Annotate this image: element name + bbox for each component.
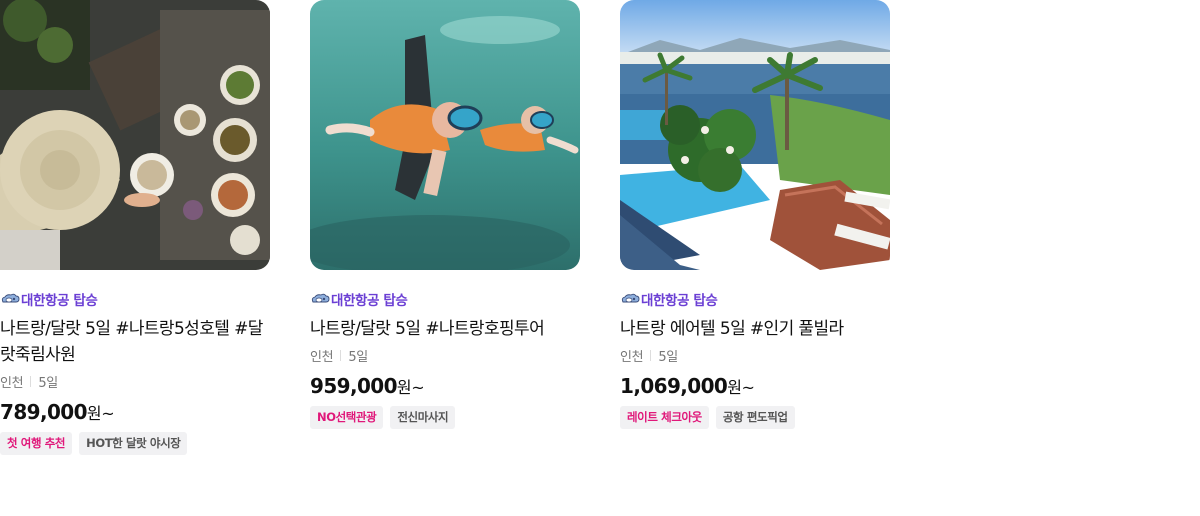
product-tags: 첫 여행 추천 HOT한 달랏 야시장 [0, 432, 270, 455]
product-card[interactable]: 대한항공 탑승 나트랑 에어텔 5일 #인기 풀빌라 인천 5일 1,069,0… [620, 0, 890, 429]
meta-divider [30, 375, 32, 387]
price-unit: 원~ [727, 378, 755, 397]
product-image-food-table[interactable] [0, 0, 270, 270]
departure-city: 인천 [0, 375, 24, 391]
product-tag: NO선택관광 [310, 406, 384, 429]
departure-city: 인천 [310, 349, 334, 365]
product-meta: 인천 5일 [0, 372, 270, 391]
airline-info: 대한항공 탑승 [0, 290, 270, 309]
airline-label: 대한항공 탑승 [641, 293, 718, 309]
product-meta: 인천 5일 [310, 346, 580, 365]
price-amount: 789,000 [0, 400, 88, 424]
price-amount: 1,069,000 [620, 374, 728, 398]
korean-air-logo-icon [310, 293, 330, 305]
product-card-list: 대한항공 탑승 나트랑/달랏 5일 #나트랑5성호텔 #달랏죽림사원 인천 5일… [0, 0, 1200, 516]
product-tag: 첫 여행 추천 [0, 432, 73, 455]
product-tag: 공항 편도픽업 [715, 406, 795, 429]
price-unit: 원~ [396, 378, 425, 397]
price-unit: 원~ [86, 404, 115, 423]
product-title[interactable]: 나트랑/달랏 5일 #나트랑호핑투어 [310, 316, 580, 342]
meta-divider [340, 349, 342, 361]
product-tag: HOT한 달랏 야시장 [79, 432, 188, 455]
product-price: 1,069,000 원~ [620, 374, 890, 398]
airline-info: 대한항공 탑승 [620, 290, 890, 309]
airline-label: 대한항공 탑승 [21, 293, 98, 309]
product-tags: NO선택관광 전신마사지 [310, 406, 580, 429]
product-title[interactable]: 나트랑/달랏 5일 #나트랑5성호텔 #달랏죽림사원 [0, 316, 270, 368]
price-amount: 959,000 [310, 374, 398, 398]
product-card[interactable]: 대한항공 탑승 나트랑/달랏 5일 #나트랑5성호텔 #달랏죽림사원 인천 5일… [0, 0, 270, 455]
product-tag: 레이트 체크아웃 [620, 406, 709, 429]
airline-info: 대한항공 탑승 [310, 290, 580, 309]
product-meta: 인천 5일 [620, 346, 890, 365]
korean-air-logo-icon [0, 293, 20, 305]
meta-divider [650, 349, 652, 361]
product-tags: 레이트 체크아웃 공항 편도픽업 [620, 406, 890, 429]
airline-label: 대한항공 탑승 [331, 293, 408, 309]
trip-duration: 5일 [38, 375, 58, 391]
trip-duration: 5일 [658, 349, 678, 365]
product-image-pool-villa[interactable] [620, 0, 890, 270]
product-price: 959,000 원~ [310, 374, 580, 398]
product-image-snorkeling[interactable] [310, 0, 580, 270]
product-card[interactable]: 대한항공 탑승 나트랑/달랏 5일 #나트랑호핑투어 인천 5일 959,000… [310, 0, 580, 429]
product-tag: 전신마사지 [390, 406, 456, 429]
korean-air-logo-icon [620, 293, 640, 305]
product-price: 789,000 원~ [0, 400, 270, 424]
departure-city: 인천 [620, 349, 644, 365]
trip-duration: 5일 [348, 349, 368, 365]
product-title[interactable]: 나트랑 에어텔 5일 #인기 풀빌라 [620, 316, 890, 342]
